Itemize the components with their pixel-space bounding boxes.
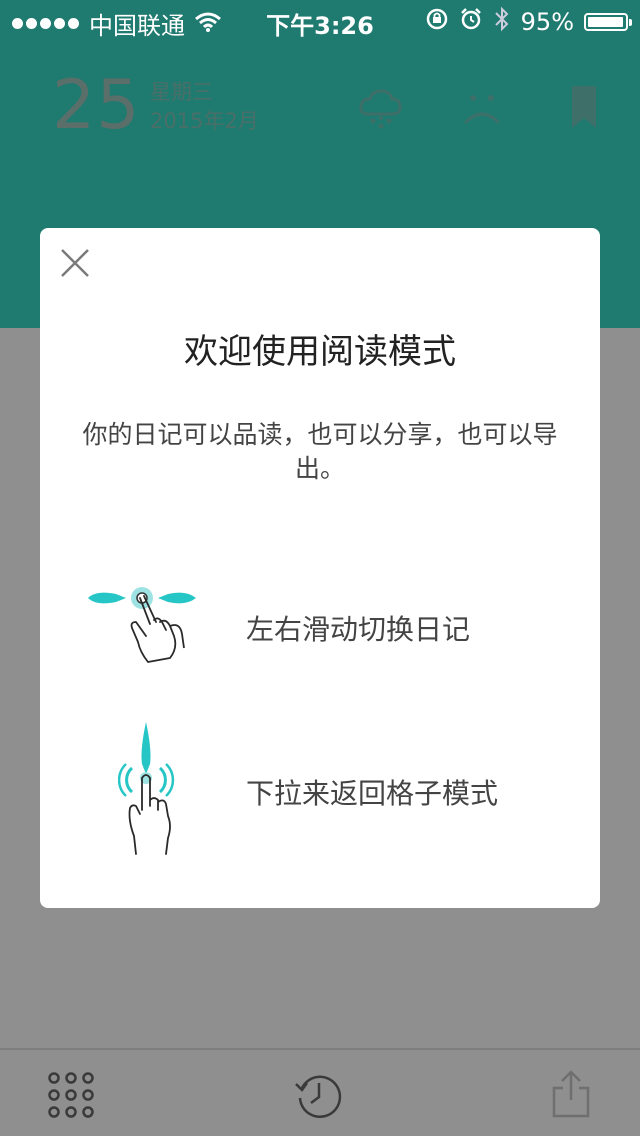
date-day: 25 bbox=[52, 66, 141, 145]
date-weekday: 星期三 bbox=[150, 80, 213, 104]
dialog-title: 欢迎使用阅读模式 bbox=[184, 332, 456, 372]
rotation-lock-icon bbox=[425, 7, 449, 37]
gesture-label-pull: 下拉来返回格子模式 bbox=[246, 777, 499, 810]
share-icon[interactable] bbox=[546, 1070, 596, 1120]
swipe-horizontal-icon bbox=[86, 578, 216, 672]
bottom-toolbar bbox=[0, 1048, 640, 1136]
battery-icon bbox=[584, 13, 632, 31]
close-button[interactable] bbox=[58, 246, 92, 280]
close-icon bbox=[61, 249, 89, 277]
gesture-label-swipe: 左右滑动切换日记 bbox=[246, 613, 471, 646]
bookmark-icon[interactable] bbox=[560, 84, 608, 132]
bluetooth-icon bbox=[493, 6, 511, 38]
screen: 25 星期三 2015年2月 中国联通 下午3:26 95% 欢迎使用阅读模式 … bbox=[0, 0, 640, 1136]
alarm-icon bbox=[459, 7, 483, 37]
sad-face-icon[interactable] bbox=[458, 84, 506, 132]
reading-mode-dialog: 欢迎使用阅读模式 你的日记可以品读，也可以分享，也可以导出。 左右滑动切换日记 … bbox=[40, 228, 600, 908]
grid-icon[interactable] bbox=[46, 1070, 96, 1120]
battery-percent: 95% bbox=[520, 8, 574, 36]
pull-down-icon bbox=[117, 720, 188, 864]
status-bar: 中国联通 下午3:26 95% bbox=[0, 0, 640, 40]
dialog-description: 你的日记可以品读，也可以分享，也可以导出。 bbox=[82, 420, 558, 483]
date-month: 2015年2月 bbox=[150, 109, 259, 133]
rain-cloud-icon[interactable] bbox=[356, 84, 404, 132]
history-clock-icon[interactable] bbox=[294, 1070, 344, 1120]
